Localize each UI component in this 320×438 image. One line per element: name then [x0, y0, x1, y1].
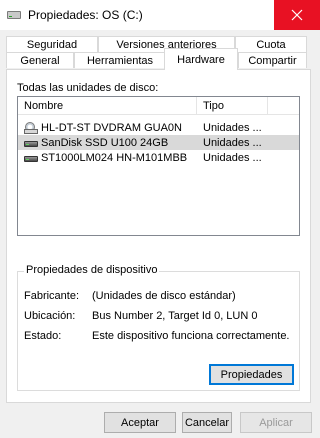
- device-row-selected[interactable]: SanDisk SSD U100 24GB Unidades ...: [18, 135, 299, 150]
- close-button[interactable]: [274, 0, 320, 30]
- tab-hardware[interactable]: Hardware: [164, 48, 238, 70]
- disk-drive-icon: [24, 138, 38, 148]
- location-label: Ubicación:: [24, 310, 76, 322]
- status-value: Este dispositivo funciona correctamente.: [92, 330, 290, 342]
- tab-cuota[interactable]: Cuota: [235, 36, 307, 52]
- properties-button[interactable]: Propiedades: [209, 364, 294, 385]
- tab-strip: Seguridad Versiones anteriores Cuota Gen…: [0, 30, 320, 70]
- device-name-cell: ST1000LM024 HN-M101MBB: [24, 150, 187, 165]
- hardware-tab-panel: Todas las unidades de disco: Nombre Tipo…: [6, 69, 311, 403]
- device-properties-title: Propiedades de dispositivo: [24, 264, 160, 276]
- device-list[interactable]: Nombre Tipo HL-DT-ST DVDRAM GUA0N Unidad…: [17, 96, 300, 236]
- device-name: ST1000LM024 HN-M101MBB: [41, 151, 188, 164]
- properties-dialog: Propiedades: OS (C:) Seguridad Versiones…: [0, 0, 320, 438]
- location-value: Bus Number 2, Target Id 0, LUN 0: [92, 310, 258, 322]
- tab-general[interactable]: General: [6, 52, 74, 68]
- device-name: SanDisk SSD U100 24GB: [41, 136, 169, 149]
- device-type: Unidades ...: [203, 151, 262, 164]
- device-name-cell: HL-DT-ST DVDRAM GUA0N: [24, 120, 182, 135]
- status-label: Estado:: [24, 330, 62, 342]
- drive-icon: [6, 7, 22, 23]
- close-icon: [291, 9, 303, 21]
- ok-button[interactable]: Aceptar: [104, 412, 176, 433]
- window-title: Propiedades: OS (C:): [28, 8, 143, 22]
- apply-button[interactable]: Aplicar: [240, 412, 312, 433]
- dvd-drive-icon: [24, 121, 38, 134]
- title-bar: Propiedades: OS (C:): [0, 0, 320, 30]
- tab-seguridad[interactable]: Seguridad: [6, 36, 98, 52]
- column-header-type[interactable]: Tipo: [197, 97, 267, 115]
- manufacturer-value: (Unidades de disco estándar): [92, 290, 236, 302]
- all-disks-label: Todas las unidades de disco:: [17, 82, 159, 94]
- device-properties-group: Propiedades de dispositivo Fabricante: (…: [17, 264, 300, 391]
- device-name: HL-DT-ST DVDRAM GUA0N: [41, 121, 182, 134]
- device-name-cell: SanDisk SSD U100 24GB: [24, 135, 168, 150]
- device-row[interactable]: ST1000LM024 HN-M101MBB Unidades ...: [18, 150, 299, 165]
- device-row[interactable]: HL-DT-ST DVDRAM GUA0N Unidades ...: [18, 120, 299, 135]
- tab-herramientas[interactable]: Herramientas: [74, 52, 166, 68]
- device-list-header: Nombre Tipo: [18, 97, 299, 115]
- tab-compartir[interactable]: Compartir: [238, 52, 307, 68]
- cancel-button[interactable]: Cancelar: [182, 412, 232, 433]
- column-header-name[interactable]: Nombre: [18, 97, 196, 115]
- device-type: Unidades ...: [203, 121, 262, 134]
- device-type: Unidades ...: [203, 136, 262, 149]
- disk-drive-icon: [24, 153, 38, 163]
- manufacturer-label: Fabricante:: [24, 290, 80, 302]
- column-separator[interactable]: [267, 97, 268, 115]
